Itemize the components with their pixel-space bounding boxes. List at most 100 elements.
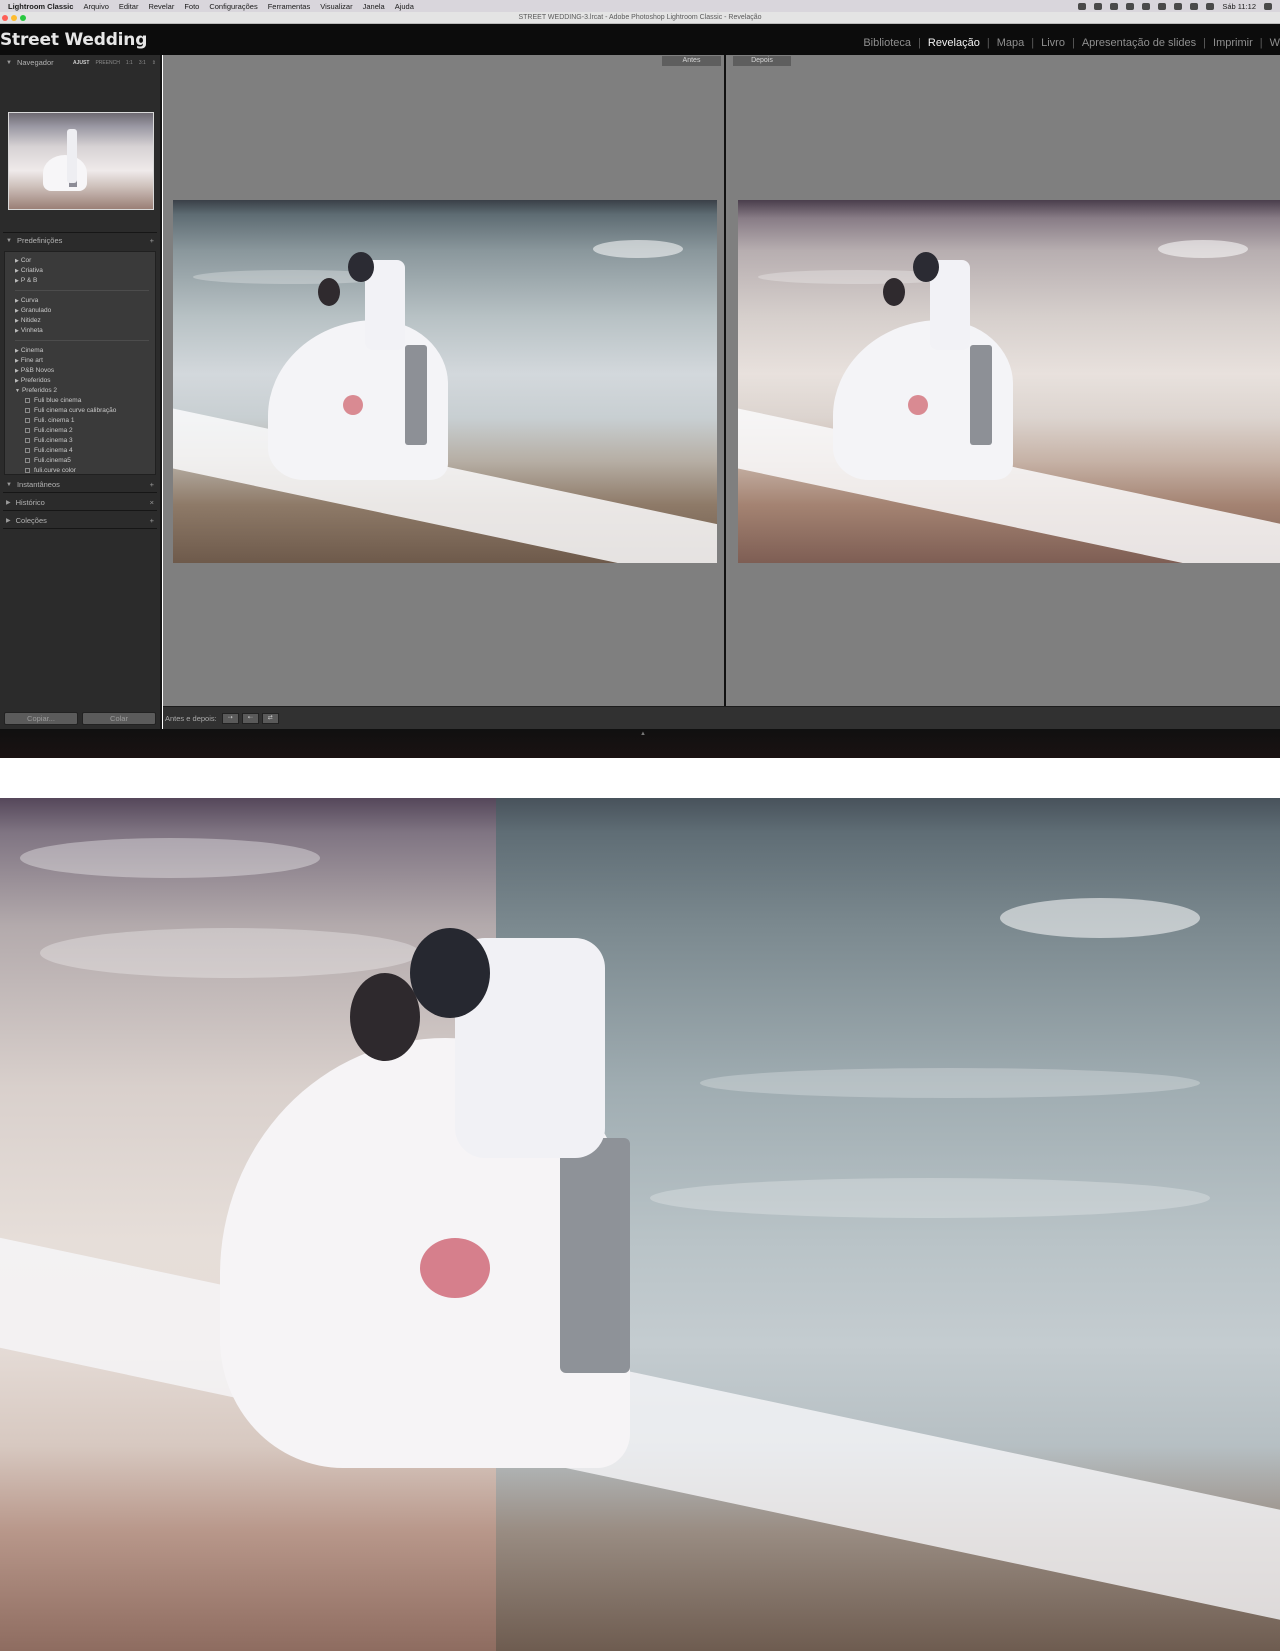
preset-icon [25, 437, 30, 443]
menu-visualizar[interactable]: Visualizar [320, 2, 352, 11]
swap-before-after-icon[interactable]: ⇄ [261, 712, 279, 724]
collections-header[interactable]: ▶ Coleções + [0, 513, 160, 528]
menu-foto[interactable]: Foto [184, 2, 199, 11]
preset-item[interactable]: Fuli.cinema 3 [5, 436, 155, 446]
preset-folder[interactable]: ▶ Nitidez [5, 316, 155, 326]
module-biblioteca[interactable]: Biblioteca [856, 37, 918, 49]
panel-divider [3, 528, 157, 529]
collapse-triangle-icon[interactable]: ▼ [6, 482, 12, 488]
menu-revelar[interactable]: Revelar [148, 2, 174, 11]
collapse-triangle-icon[interactable]: ▼ [6, 238, 12, 244]
after-photo[interactable] [738, 200, 1280, 563]
close-window-button[interactable] [2, 15, 8, 21]
window-title-bar: STREET WEDDING-3.lrcat - Adobe Photoshop… [0, 12, 1280, 24]
add-snapshot-icon[interactable]: + [150, 480, 154, 489]
preset-folder[interactable]: ▶ Fine art [5, 356, 155, 366]
clear-history-icon[interactable]: × [150, 498, 154, 507]
search-icon[interactable] [1264, 2, 1272, 10]
preset-item[interactable]: Fuli.cinema 4 [5, 446, 155, 456]
preset-icon [25, 407, 30, 413]
preset-folder[interactable]: ▶ Cor [5, 256, 155, 266]
copy-after-to-before-icon[interactable]: ⇠ [241, 712, 259, 724]
dropbox-icon[interactable] [1094, 2, 1103, 10]
menu-janela[interactable]: Janela [363, 2, 385, 11]
add-preset-icon[interactable]: + [150, 236, 154, 245]
navigator-thumbnail[interactable] [8, 112, 154, 210]
zoom-3-1[interactable]: 3:1 [139, 60, 146, 66]
module-web[interactable]: W [1263, 37, 1280, 49]
preset-item[interactable]: fuli.curve color [5, 466, 155, 476]
preset-item[interactable]: Fuli.cinema5 [5, 456, 155, 466]
preset-folder[interactable]: ▶ Curva [5, 296, 155, 306]
thumb-bride [43, 155, 87, 191]
bride-head [318, 278, 340, 306]
preset-folder[interactable]: ▶ Granulado [5, 306, 155, 316]
menu-configuracoes[interactable]: Configurações [209, 2, 257, 11]
expand-triangle-icon[interactable]: ▶ [6, 499, 11, 506]
cloud-icon[interactable] [1078, 2, 1087, 10]
panel-divider [3, 492, 157, 493]
display-icon[interactable] [1110, 2, 1119, 10]
expand-filmstrip-icon[interactable]: ▲ [640, 731, 646, 737]
menu-ajuda[interactable]: Ajuda [395, 2, 414, 11]
navigator-label: Navegador [16, 58, 54, 67]
module-apresentacao[interactable]: Apresentação de slides [1075, 37, 1203, 49]
navigator-header[interactable]: ▼ Navegador AJUST PREENCH 1:1 3:1 ⇕ [0, 55, 160, 70]
collections-label: Coleções [15, 516, 47, 525]
preset-item[interactable]: Fuli cinema curve calibração [5, 406, 155, 416]
preset-folder[interactable]: ▶ P&B Novos [5, 366, 155, 376]
snapshots-header[interactable]: ▼ Instantâneos + [0, 477, 160, 492]
menu-ferramentas[interactable]: Ferramentas [268, 2, 311, 11]
minimize-window-button[interactable] [11, 15, 17, 21]
wifi-icon[interactable] [1190, 2, 1199, 10]
paste-settings-button[interactable]: Colar [82, 712, 156, 725]
preset-item[interactable]: Fuli. cinema 1 [5, 416, 155, 426]
history-header[interactable]: ▶ Histórico × [0, 495, 160, 510]
zoom-fit[interactable]: AJUST [73, 60, 89, 66]
add-collection-icon[interactable]: + [150, 516, 154, 525]
zoom-window-button[interactable] [20, 15, 26, 21]
left-panel: ▼ Navegador AJUST PREENCH 1:1 3:1 ⇕ ▼ Pr… [0, 55, 162, 729]
zoom-fill[interactable]: PREENCH [95, 60, 119, 66]
before-after-label: Antes e depois: [165, 713, 217, 723]
wave-crest [650, 1178, 1210, 1218]
module-livro[interactable]: Livro [1034, 37, 1072, 49]
zoom-1-1[interactable]: 1:1 [126, 60, 133, 66]
history-label: Histórico [15, 498, 45, 507]
status-icons: Sáb 11:12 [1078, 2, 1272, 11]
zoom-menu-icon[interactable]: ⇕ [152, 60, 156, 66]
preset-item[interactable]: Fuli blue cinema [5, 396, 155, 406]
module-mapa[interactable]: Mapa [990, 37, 1032, 49]
module-imprimir[interactable]: Imprimir [1206, 37, 1260, 49]
menu-arquivo[interactable]: Arquivo [83, 2, 108, 11]
preset-folder[interactable]: ▶ Vinheta [5, 326, 155, 336]
battery-icon[interactable] [1174, 2, 1183, 10]
navigator-preview-area [0, 70, 160, 232]
expand-triangle-icon[interactable]: ▶ [6, 517, 11, 524]
bluetooth-icon[interactable] [1126, 2, 1135, 10]
menu-editar[interactable]: Editar [119, 2, 139, 11]
menubar-clock[interactable]: Sáb 11:12 [1222, 2, 1256, 11]
preset-folder[interactable]: ▶ P & B [5, 276, 155, 286]
preset-folder[interactable]: ▶ Criativa [5, 266, 155, 276]
macos-menu-bar: Lightroom Classic Arquivo Editar Revelar… [0, 0, 1280, 12]
presets-header[interactable]: ▼ Predefinições + [0, 233, 160, 248]
module-revelacao[interactable]: Revelação [921, 37, 987, 49]
collapse-triangle-icon[interactable]: ▼ [6, 60, 12, 66]
volume-icon[interactable] [1158, 2, 1167, 10]
copy-before-to-after-icon[interactable]: ⇢ [221, 712, 239, 724]
before-photo[interactable] [173, 200, 717, 563]
preset-item[interactable]: Fuli.cinema 2 [5, 426, 155, 436]
wave-crest [593, 240, 683, 258]
preset-folder[interactable]: ▶ Cinema [5, 346, 155, 356]
snapshots-label: Instantâneos [16, 480, 60, 489]
preset-folder-expanded[interactable]: ▼ Preferidos 2 [5, 386, 155, 396]
preset-icon [25, 417, 30, 423]
airplay-icon[interactable] [1142, 2, 1151, 10]
preset-folder[interactable]: ▶ Preferidos [5, 376, 155, 386]
navigator-zoom-options: AJUST PREENCH 1:1 3:1 ⇕ [73, 60, 156, 66]
app-menu[interactable]: Lightroom Classic [8, 2, 73, 11]
copy-settings-button[interactable]: Copiar... [4, 712, 78, 725]
bouquet [343, 395, 363, 415]
keyboard-icon[interactable] [1206, 2, 1215, 10]
